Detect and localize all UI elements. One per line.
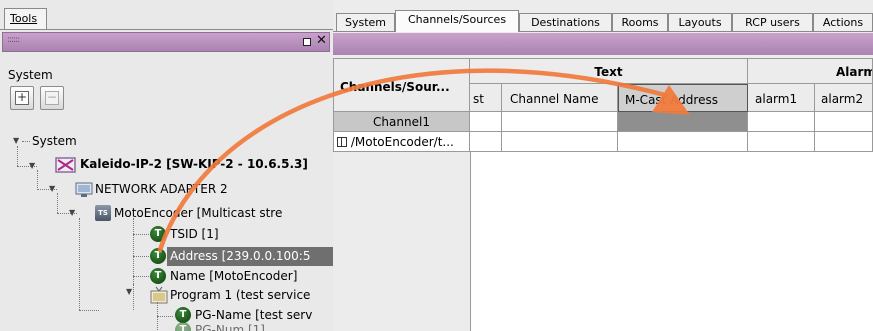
tab-channels-sources[interactable]: Channels/Sources: [395, 10, 519, 32]
drag-arrowhead-icon: [652, 85, 690, 115]
drag-arrow-overlay: [157, 68, 690, 253]
drag-arrow-icon: [157, 68, 668, 253]
